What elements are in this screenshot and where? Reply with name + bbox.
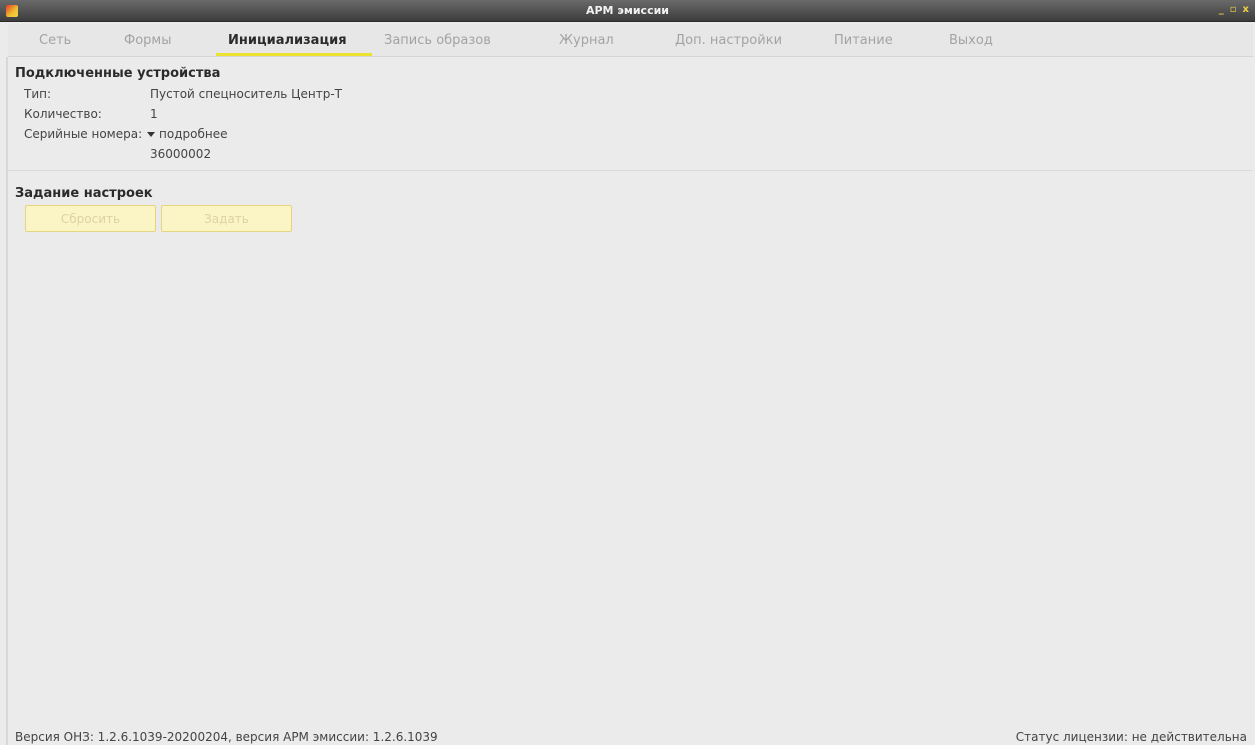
close-icon[interactable]: x bbox=[1243, 4, 1249, 15]
tab-network[interactable]: Сеть bbox=[39, 33, 71, 48]
more-label: подробнее bbox=[159, 127, 228, 141]
window-title: АРМ эмиссии bbox=[585, 4, 670, 17]
window-controls: _ ▫ x bbox=[1219, 4, 1249, 15]
apply-button[interactable]: Задать bbox=[161, 205, 292, 232]
tab-forms[interactable]: Формы bbox=[124, 33, 171, 48]
count-label: Количество: bbox=[24, 107, 102, 121]
serial-number: 36000002 bbox=[150, 147, 212, 161]
tab-extra-settings[interactable]: Доп. настройки bbox=[675, 33, 782, 48]
type-value: Пустой спецноситель Центр-Т bbox=[150, 87, 342, 101]
tab-image-write[interactable]: Запись образов bbox=[384, 33, 491, 48]
serials-expander[interactable]: подробнее bbox=[147, 127, 227, 141]
settings-title: Задание настроек bbox=[15, 186, 153, 201]
version-info: Версия ОНЗ: 1.2.6.1039-20200204, версия … bbox=[15, 730, 438, 744]
serials-label: Серийные номера: bbox=[24, 127, 143, 141]
type-label: Тип: bbox=[24, 87, 52, 101]
count-value: 1 bbox=[150, 107, 158, 121]
minimize-icon[interactable]: _ bbox=[1219, 4, 1224, 15]
section-divider bbox=[8, 170, 1253, 171]
connected-devices-title: Подключенные устройства bbox=[15, 66, 221, 81]
active-tab-indicator bbox=[216, 53, 372, 56]
content-left-border bbox=[6, 57, 8, 745]
chevron-down-icon bbox=[147, 131, 155, 137]
tab-bar: Сеть Формы Инициализация Запись образов … bbox=[8, 24, 1253, 57]
reset-button[interactable]: Сбросить bbox=[25, 205, 156, 232]
license-status: Статус лицензии: не действительна bbox=[1015, 730, 1247, 744]
tab-journal[interactable]: Журнал bbox=[559, 33, 614, 48]
tab-initialization[interactable]: Инициализация bbox=[228, 33, 347, 48]
maximize-icon[interactable]: ▫ bbox=[1230, 4, 1237, 15]
tab-exit[interactable]: Выход bbox=[949, 33, 993, 48]
title-bar: АРМ эмиссии _ ▫ x bbox=[0, 0, 1255, 22]
tab-power[interactable]: Питание bbox=[834, 33, 893, 48]
